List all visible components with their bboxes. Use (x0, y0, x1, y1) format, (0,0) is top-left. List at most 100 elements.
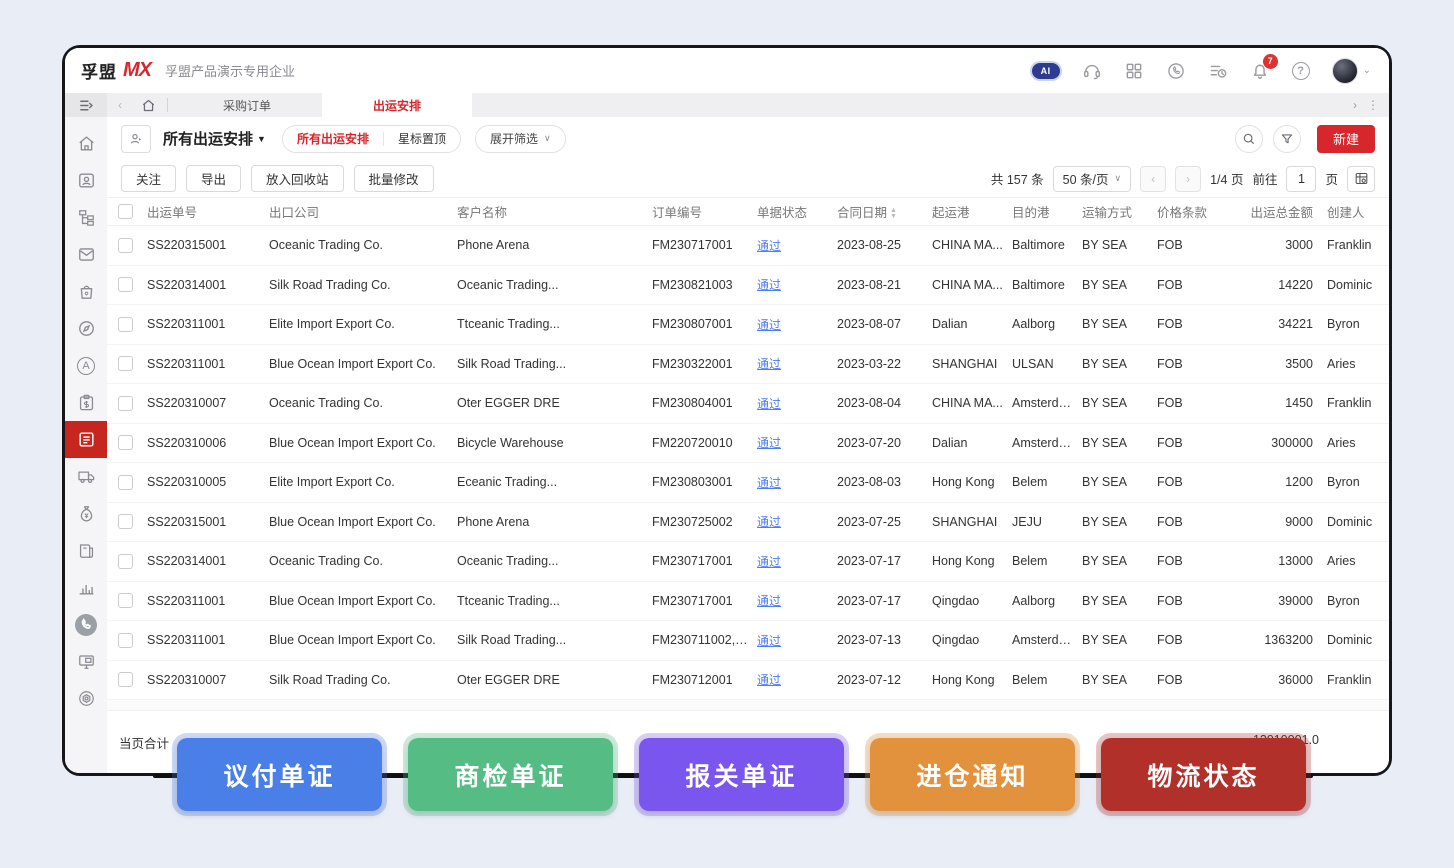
row-checkbox[interactable] (118, 356, 133, 371)
page-size-select[interactable]: 50 条/页 ∨ (1053, 166, 1131, 192)
col-destination-port[interactable]: 目的港 (1008, 202, 1078, 221)
status-link[interactable]: 通过 (757, 476, 781, 490)
user-avatar[interactable] (1332, 58, 1358, 84)
col-order-no[interactable]: 订单编号 (648, 202, 753, 221)
status-link[interactable]: 通过 (757, 397, 781, 411)
chevron-down-icon[interactable]: ⌄ (1363, 65, 1371, 76)
table-row[interactable]: SS220311001 Blue Ocean Import Export Co.… (107, 582, 1389, 622)
tab-purchase-orders[interactable]: 采购订单 (172, 93, 322, 117)
table-row[interactable]: SS220310005 Elite Import Export Co. Ecea… (107, 463, 1389, 503)
col-exporter[interactable]: 出口公司 (265, 202, 453, 221)
sidebar-money-bag-icon[interactable] (65, 495, 107, 532)
filter-all-shipments[interactable]: 所有出运安排 (283, 126, 383, 152)
column-settings-icon[interactable] (1347, 166, 1375, 192)
view-selector[interactable]: 所有出运安排 ▼ (163, 128, 266, 149)
col-customer[interactable]: 客户名称 (453, 202, 648, 221)
headset-icon[interactable] (1082, 61, 1102, 81)
row-checkbox[interactable] (118, 672, 133, 687)
horizontal-scrollbar[interactable] (107, 700, 1389, 711)
sidebar-compass-icon[interactable] (65, 310, 107, 347)
ai-assistant-button[interactable]: AI (1032, 63, 1060, 79)
row-checkbox[interactable] (118, 277, 133, 292)
col-price-terms[interactable]: 价格条款 (1153, 202, 1233, 221)
tab-shipping-arrangement[interactable]: 出运安排 (322, 93, 472, 117)
row-checkbox[interactable] (118, 317, 133, 332)
row-checkbox[interactable] (118, 633, 133, 648)
status-link[interactable]: 通过 (757, 673, 781, 687)
sidebar-home-icon[interactable] (65, 125, 107, 162)
goto-page-input[interactable] (1286, 166, 1316, 192)
whatsapp-icon[interactable] (1166, 61, 1186, 81)
bell-icon[interactable]: 7 (1250, 61, 1270, 81)
help-icon[interactable]: ? (1292, 62, 1310, 80)
recycle-bin-button[interactable]: 放入回收站 (251, 165, 344, 192)
table-row[interactable]: SS220311001 Elite Import Export Co. Ttce… (107, 305, 1389, 345)
history-icon[interactable] (1208, 61, 1228, 81)
inspection-docs-button[interactable]: 商检单证 (408, 738, 613, 811)
status-link[interactable]: 通过 (757, 239, 781, 253)
status-link[interactable]: 通过 (757, 436, 781, 450)
table-row[interactable]: SS220315001 Oceanic Trading Co. Phone Ar… (107, 226, 1389, 266)
new-button[interactable]: 新建 (1317, 125, 1375, 153)
table-row[interactable]: SS220310007 Silk Road Trading Co. Oter E… (107, 661, 1389, 701)
status-link[interactable]: 通过 (757, 634, 781, 648)
more-icon[interactable]: ⋮ (1367, 98, 1379, 112)
batch-edit-button[interactable]: 批量修改 (354, 165, 434, 192)
col-total-amount[interactable]: 出运总金额 (1233, 202, 1323, 221)
home-tab-icon[interactable] (133, 98, 163, 113)
table-row[interactable]: SS220315001 Blue Ocean Import Export Co.… (107, 503, 1389, 543)
status-link[interactable]: 通过 (757, 515, 781, 529)
col-transport-mode[interactable]: 运输方式 (1078, 202, 1153, 221)
col-port-of-loading[interactable]: 起运港 (928, 202, 1008, 221)
view-owner-icon[interactable] (121, 125, 151, 153)
sidebar-clipboard-dollar-icon[interactable] (65, 384, 107, 421)
col-contract-date[interactable]: 合同日期▲▼ (833, 202, 928, 221)
filter-starred-top[interactable]: 星标置顶 (384, 126, 460, 152)
sort-icon[interactable]: ▲▼ (890, 208, 897, 220)
status-link[interactable]: 通过 (757, 278, 781, 292)
row-checkbox[interactable] (118, 514, 133, 529)
select-all-checkbox[interactable] (118, 204, 133, 219)
sidebar-ledger-icon[interactable] (65, 532, 107, 569)
logistics-status-button[interactable]: 物流状态 (1101, 738, 1306, 811)
status-link[interactable]: 通过 (757, 594, 781, 608)
sidebar-shipping-doc-icon[interactable] (65, 421, 107, 458)
sidebar-monitor-icon[interactable] (65, 643, 107, 680)
export-button[interactable]: 导出 (186, 165, 241, 192)
col-status[interactable]: 单据状态 (753, 202, 833, 221)
status-link[interactable]: 通过 (757, 555, 781, 569)
sidebar-circle-a-icon[interactable]: A (65, 347, 107, 384)
col-shipment-no[interactable]: 出运单号 (143, 202, 265, 221)
next-page-button[interactable]: › (1175, 166, 1201, 192)
sidebar-bar-chart-icon[interactable] (65, 569, 107, 606)
follow-button[interactable]: 关注 (121, 165, 176, 192)
sidebar-whatsapp-icon[interactable] (65, 606, 107, 643)
negotiation-docs-button[interactable]: 议付单证 (177, 738, 382, 811)
sidebar-org-chart-icon[interactable] (65, 199, 107, 236)
row-checkbox[interactable] (118, 554, 133, 569)
customs-docs-button[interactable]: 报关单证 (639, 738, 844, 811)
sidebar-truck-icon[interactable] (65, 458, 107, 495)
table-row[interactable]: SS220310006 Blue Ocean Import Export Co.… (107, 424, 1389, 464)
table-row[interactable]: SS220314001 Silk Road Trading Co. Oceani… (107, 266, 1389, 306)
forward-chevron-icon[interactable]: › (1353, 98, 1357, 112)
row-checkbox[interactable] (118, 435, 133, 450)
expand-filter-button[interactable]: 展开筛选 ∨ (475, 125, 566, 153)
status-link[interactable]: 通过 (757, 318, 781, 332)
row-checkbox[interactable] (118, 238, 133, 253)
table-row[interactable]: SS220311001 Blue Ocean Import Export Co.… (107, 345, 1389, 385)
sidebar-settings-icon[interactable] (65, 680, 107, 717)
table-row[interactable]: SS220311001 Blue Ocean Import Export Co.… (107, 621, 1389, 661)
apps-grid-icon[interactable] (1124, 61, 1144, 81)
table-row[interactable]: SS220310007 Oceanic Trading Co. Oter EGG… (107, 384, 1389, 424)
sidebar-shopping-bag-icon[interactable] (65, 273, 107, 310)
status-link[interactable]: 通过 (757, 357, 781, 371)
col-creator[interactable]: 创建人 (1323, 202, 1389, 221)
sidebar-mail-icon[interactable] (65, 236, 107, 273)
prev-page-button[interactable]: ‹ (1140, 166, 1166, 192)
row-checkbox[interactable] (118, 593, 133, 608)
back-chevron-icon[interactable]: ‹ (107, 98, 133, 112)
search-icon[interactable] (1235, 125, 1263, 153)
collapse-menu-icon[interactable] (65, 93, 107, 117)
sidebar-contacts-icon[interactable] (65, 162, 107, 199)
